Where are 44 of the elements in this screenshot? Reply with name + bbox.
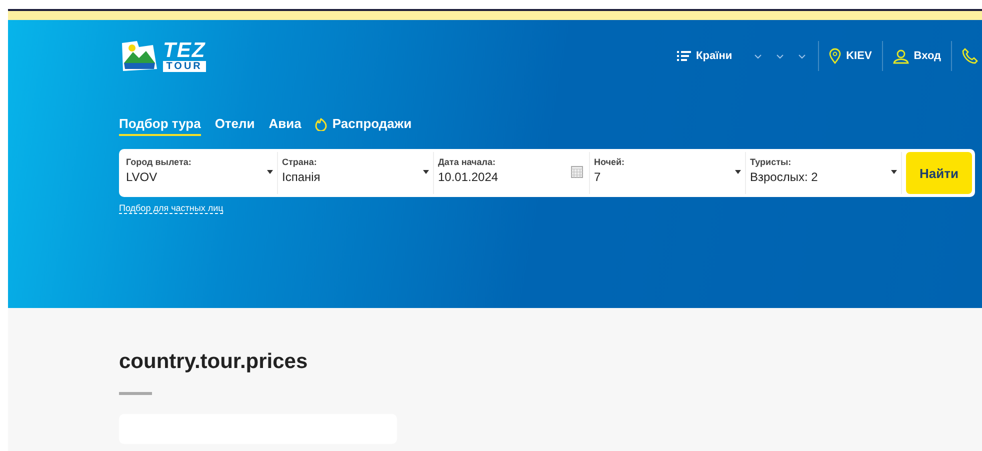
tab[interactable]: Распродажи <box>315 116 412 136</box>
field-label: Страна: <box>282 157 317 167</box>
user-icon <box>892 48 909 64</box>
search-field[interactable]: Ночей: 7 <box>590 152 746 194</box>
mountain-logo-icon <box>119 39 159 73</box>
caret-icon <box>423 170 429 174</box>
field-value: 7 <box>594 170 601 184</box>
field-value: 10.01.2024 <box>438 170 498 184</box>
field-label: Город вылета: <box>126 157 192 167</box>
logo-subtitle: TOUR <box>163 60 206 72</box>
tab[interactable]: Подбор тура <box>119 116 201 136</box>
search-field[interactable]: Страна: Іспанія <box>278 152 434 194</box>
chevron-down-icon <box>754 54 762 58</box>
calendar-icon <box>571 166 583 178</box>
chevron-down-icon <box>798 54 806 58</box>
private-search-link[interactable]: Подбор для частных лиц <box>119 203 224 214</box>
search-field[interactable]: Туристы: Взрослых: 2 <box>746 152 902 194</box>
search-field[interactable]: Дата начала: 10.01.2024 <box>434 152 590 194</box>
countries-menu-button[interactable]: Країни <box>677 50 732 62</box>
location-pin-icon <box>829 48 842 64</box>
field-value: LVOV <box>126 170 158 184</box>
caret-icon <box>735 170 741 174</box>
logo-wordmark: TEZ <box>163 40 206 60</box>
field-label: Дата начала: <box>438 157 496 167</box>
search-button[interactable]: Найти <box>906 152 972 194</box>
field-value: Іспанія <box>282 170 320 184</box>
login-button[interactable]: Вход <box>892 48 941 64</box>
dropdown-button[interactable] <box>774 52 786 60</box>
city-button[interactable]: KIEV <box>829 48 872 64</box>
caret-icon <box>891 170 897 174</box>
dropdown-button[interactable] <box>796 52 808 60</box>
field-label: Ночей: <box>594 157 625 167</box>
search-field[interactable]: Город вылета: LVOV <box>122 152 278 194</box>
dropdown-button[interactable] <box>752 52 764 60</box>
menu-icon <box>677 51 692 61</box>
field-value: Взрослых: 2 <box>750 170 818 184</box>
tab[interactable]: Отели <box>214 116 255 136</box>
chevron-down-icon <box>776 54 784 58</box>
flame-icon <box>315 116 328 130</box>
phone-icon[interactable] <box>962 48 978 64</box>
caret-icon <box>267 170 273 174</box>
section-title: country.tour.prices <box>119 350 309 374</box>
field-label: Туристы: <box>750 157 792 167</box>
tab[interactable]: Авиа <box>268 116 302 136</box>
